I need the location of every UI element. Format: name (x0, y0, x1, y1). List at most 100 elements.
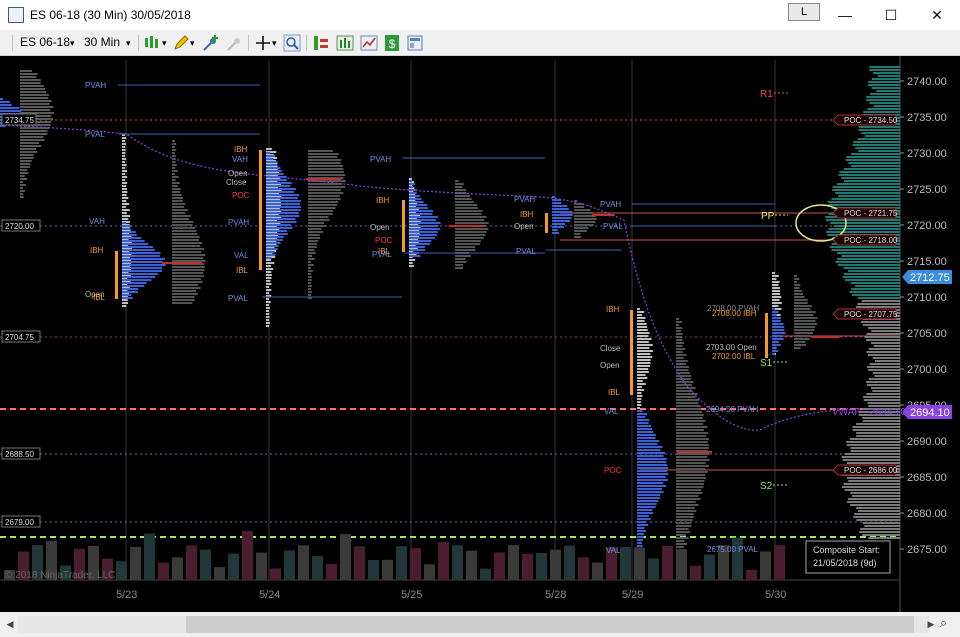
profile-row (794, 347, 801, 349)
profile-row (172, 254, 206, 256)
profile-row (266, 173, 284, 175)
profile-row (637, 455, 664, 457)
profile-row (409, 216, 438, 218)
link-button[interactable]: L (788, 3, 820, 21)
volume-bar (214, 567, 225, 580)
profile-row (308, 291, 313, 293)
properties-icon[interactable] (406, 34, 424, 52)
interval-dropdown-icon[interactable]: ▾ (126, 38, 131, 49)
profile-row (676, 393, 698, 395)
profile-row (122, 249, 155, 251)
instrument-dropdown-icon[interactable]: ▾ (70, 38, 75, 49)
strategies-icon[interactable] (360, 34, 378, 52)
profile-row (409, 246, 425, 248)
profile-row (308, 180, 346, 182)
profile-row (637, 326, 648, 328)
label-pval-d2: PVAL (228, 294, 248, 303)
profile-row (676, 459, 710, 461)
composite-row (856, 519, 900, 521)
profile-row (772, 323, 784, 325)
composite-row (850, 447, 900, 449)
scroll-right-icon[interactable]: ▶ (924, 616, 938, 633)
profile-row (20, 187, 23, 189)
date-label-1: 5/23 (116, 589, 137, 601)
maximize-icon[interactable]: ☐ (868, 0, 914, 30)
close-icon[interactable]: ✕ (914, 0, 960, 30)
label-pvah-d1: PVAH (85, 81, 106, 90)
composite-row (872, 390, 900, 392)
profile-row (266, 167, 281, 169)
composite-row (869, 69, 900, 71)
drawing-tools-dropdown-icon[interactable]: ▾ (190, 38, 195, 49)
profile-row (122, 167, 125, 169)
date-label-6: 5/30 (765, 589, 786, 601)
volume-bar (690, 565, 701, 580)
search-icon[interactable]: ⌕ (940, 615, 947, 631)
remove-indicator-icon[interactable] (226, 34, 244, 52)
profile-row (637, 497, 661, 499)
chart-style-dropdown-icon[interactable]: ▾ (162, 38, 167, 49)
profile-row (637, 308, 640, 310)
profile-row (308, 159, 342, 161)
profile-row (308, 282, 311, 284)
price-axis-label: 2705.00 (907, 328, 947, 340)
profile-row (20, 94, 49, 96)
profile-row (676, 489, 702, 491)
profile-row (676, 333, 683, 335)
profile-row (409, 201, 424, 203)
scroll-left-icon[interactable]: ◀ (3, 616, 17, 633)
profile-row (574, 230, 587, 232)
composite-row (860, 321, 900, 323)
crosshair-icon[interactable] (254, 34, 272, 52)
profile-row (676, 357, 684, 359)
profile-row (20, 148, 37, 150)
profile-row (122, 197, 129, 199)
profile-row (308, 273, 312, 275)
chart-panel[interactable]: POC - 2734.50 POC - 2721.75 POC - 2718.0… (0, 56, 960, 612)
composite-row (874, 360, 900, 362)
composite-row (872, 357, 900, 359)
composite-row (854, 513, 900, 515)
profile-row (574, 200, 578, 202)
label-vah-d2: VAH (232, 155, 248, 164)
composite-row (856, 435, 900, 437)
dollar-icon[interactable]: $ (383, 34, 401, 52)
profile-row (772, 287, 781, 289)
profile-row (637, 419, 650, 421)
profile-row (574, 209, 591, 211)
profile-row (172, 248, 205, 250)
profile-row (266, 316, 270, 318)
minimize-icon[interactable]: — (822, 0, 868, 30)
toolbar-separator (306, 35, 307, 51)
profile-row (455, 240, 481, 242)
profile-row (455, 243, 481, 245)
horizontal-scrollbar[interactable]: ◀ ▶ ⌕ (0, 612, 960, 637)
interval-selector[interactable]: 30 Min (84, 35, 120, 49)
indicators-icon[interactable] (336, 34, 354, 52)
add-indicator-icon[interactable] (202, 34, 220, 52)
profile-row (772, 332, 786, 334)
composite-row (863, 396, 900, 398)
chart-style-icon[interactable] (143, 34, 161, 52)
profile-row (676, 411, 702, 413)
profile-row (552, 214, 573, 216)
profile-row (794, 341, 806, 343)
market-profile-chart[interactable]: POC - 2734.50 POC - 2721.75 POC - 2718.0… (0, 56, 960, 612)
zoom-icon[interactable] (283, 34, 301, 52)
data-series-icon[interactable] (312, 34, 330, 52)
profile-row (637, 464, 668, 466)
profile-row (266, 304, 269, 306)
profile-row (637, 473, 669, 475)
price-axis-label: 2715.00 (907, 256, 947, 268)
profile-row (266, 179, 288, 181)
profile-row (772, 290, 781, 292)
label-open-d4: Open (514, 222, 534, 231)
instrument-selector[interactable]: ES 06-18 (20, 35, 70, 49)
scroll-thumb[interactable] (186, 616, 914, 633)
profile-row (266, 164, 278, 166)
composite-row (846, 444, 900, 446)
crosshair-dropdown-icon[interactable]: ▾ (272, 38, 277, 49)
pencil-icon[interactable] (172, 34, 190, 52)
profile-row (122, 305, 127, 307)
volume-bar (326, 564, 337, 580)
